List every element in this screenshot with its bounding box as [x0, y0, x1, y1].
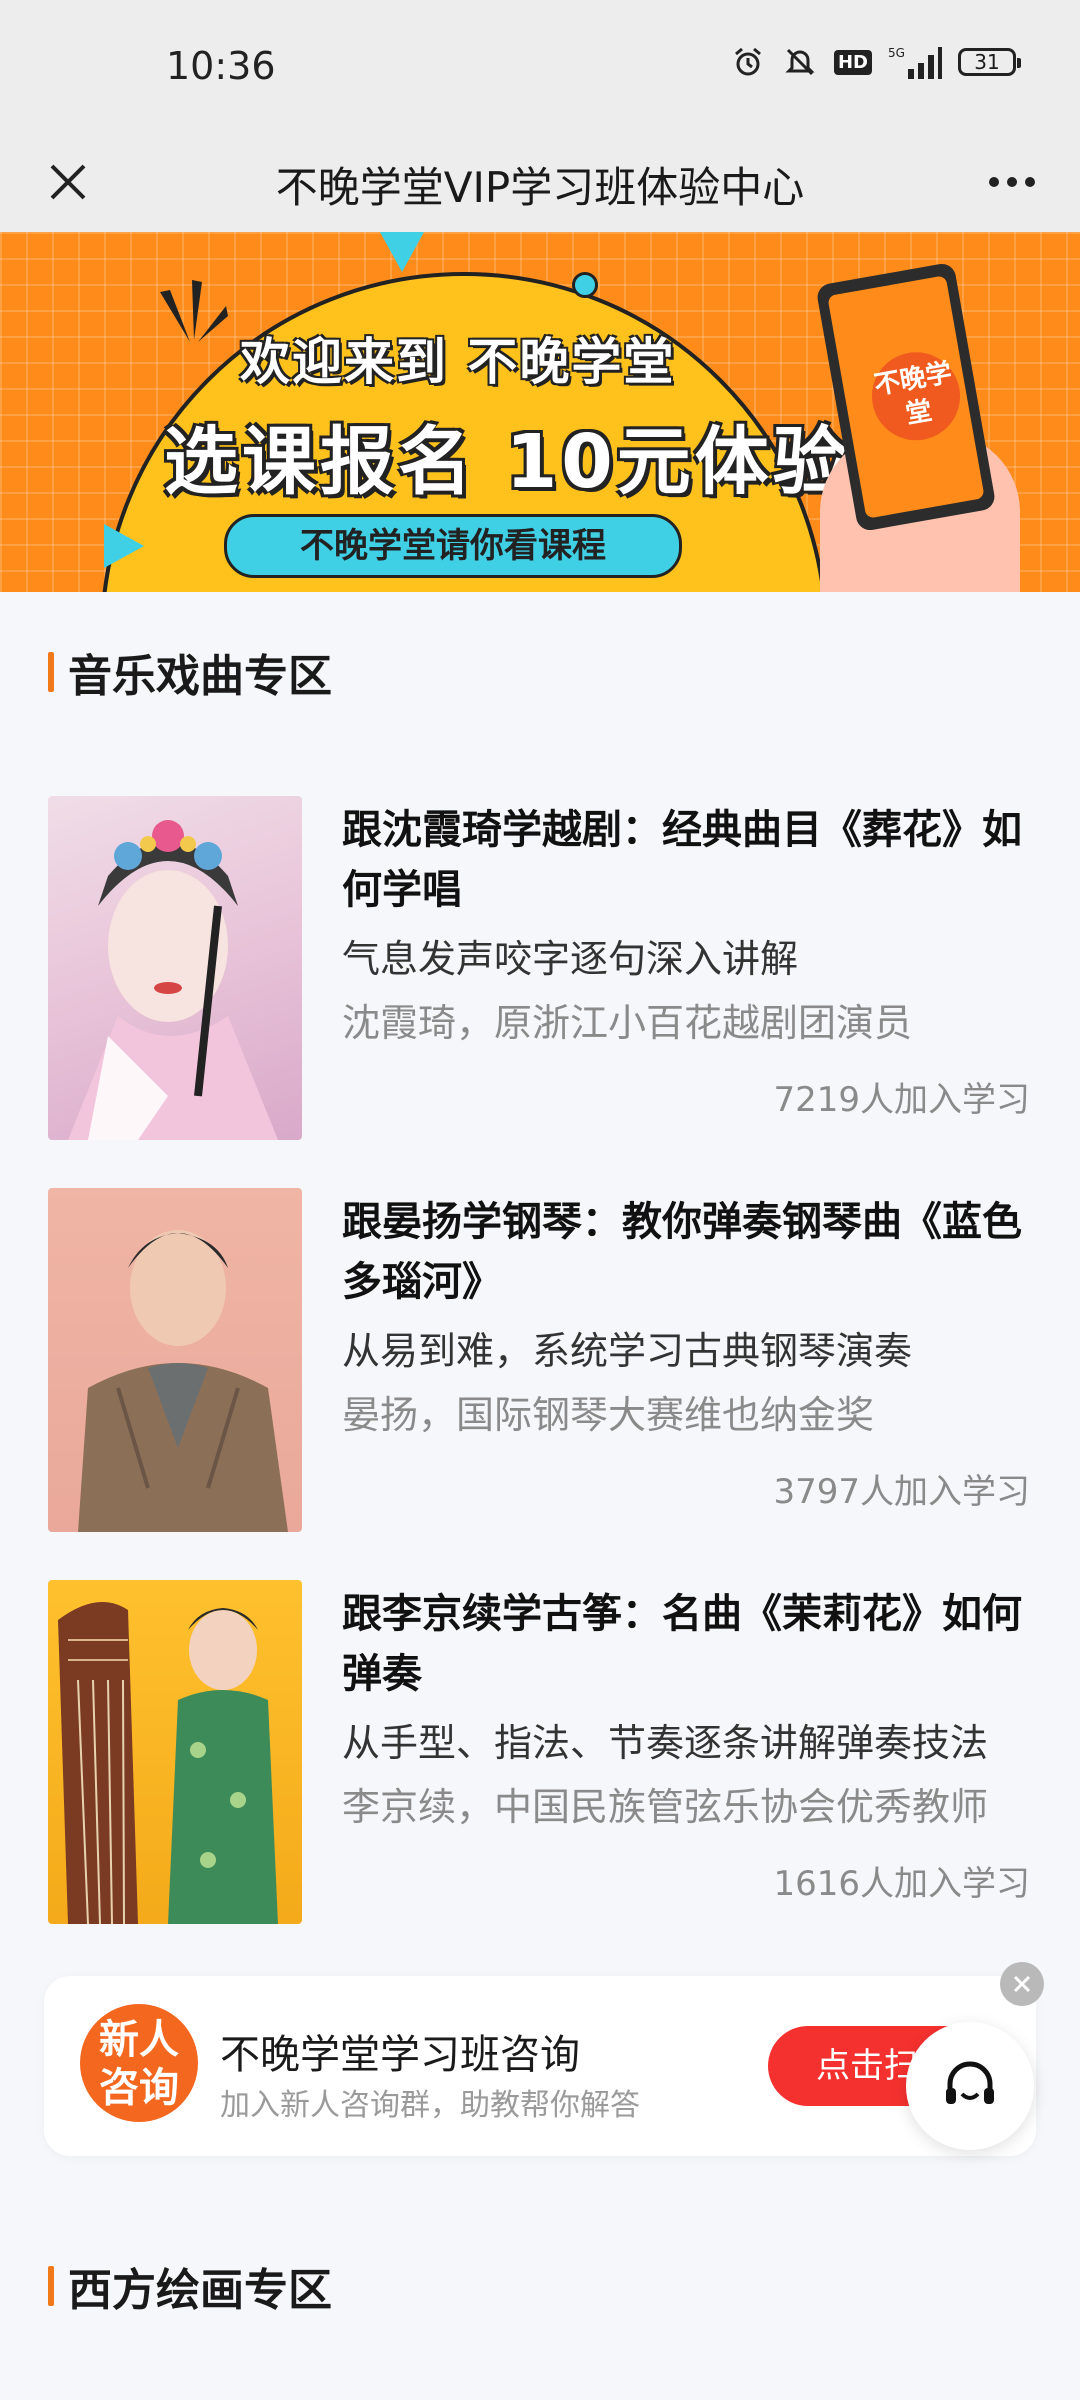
section-accent-bar [48, 652, 54, 692]
status-bar: 10:36 HD 5G 31 [0, 0, 1080, 130]
course-teacher: 晏扬，国际钢琴大赛维也纳金奖 [342, 1393, 875, 1437]
section-title: 音乐戏曲专区 [68, 651, 332, 702]
course-description: 从易到难，系统学习古典钢琴演奏 [342, 1329, 913, 1373]
course-thumbnail[interactable] [48, 796, 302, 1140]
course-title: 跟沈霞琦学越剧：经典曲目《葬花》如何学唱 [342, 807, 1022, 913]
more-options-button[interactable] [972, 142, 1052, 222]
banner-welcome-text: 欢迎来到 不晚学堂 [240, 333, 676, 391]
title-bar: 不晚学堂VIP学习班体验中心 [0, 130, 1080, 232]
burst-decoration-icon [160, 280, 228, 342]
course-card[interactable]: 跟晏扬学钢琴：教你弹奏钢琴曲《蓝色多瑙河》 从易到难，系统学习古典钢琴演奏 晏扬… [0, 1162, 1080, 1532]
course-teacher: 沈霞琦，原浙江小百花越剧团演员 [342, 1001, 913, 1045]
banner-pill: 不晚学堂请你看课程 [224, 514, 682, 578]
section-title: 西方绘画专区 [68, 2265, 332, 2316]
section-accent-bar [48, 2266, 54, 2306]
course-title: 跟晏扬学钢琴：教你弹奏钢琴曲《蓝色多瑙河》 [342, 1199, 1022, 1305]
banner-headline: 选课报名 10元体验 [164, 419, 851, 505]
customer-service-button[interactable] [906, 2022, 1034, 2150]
hd-badge: HD [833, 49, 872, 75]
signal-icon: 5G [888, 44, 942, 80]
section-heading-western-painting: 西方绘画专区 [48, 2254, 332, 2318]
course-teacher: 李京续，中国民族管弦乐协会优秀教师 [342, 1785, 989, 1829]
consult-card[interactable]: 新人咨询 不晚学堂学习班咨询 加入新人咨询群，助教帮你解答 点击扫 [44, 1976, 1036, 2156]
guzheng-player-photo [58, 1602, 278, 1924]
more-dot-icon [1007, 177, 1017, 187]
brand-logo: 不晚学堂 [865, 345, 967, 448]
status-icons: HD 5G 31 [730, 44, 1021, 80]
status-time: 10:36 [166, 44, 276, 88]
course-card[interactable]: 跟李京续学古筝：名曲《茉莉花》如何弹奏 从手型、指法、节奏逐条讲解弹奏技法 李京… [0, 1554, 1080, 1924]
battery-icon: 31 [958, 48, 1021, 76]
more-dot-icon [989, 177, 999, 187]
consult-subtitle: 加入新人咨询群，助教帮你解答 [220, 2088, 640, 2123]
opera-performer-photo [68, 820, 278, 1140]
banner-triangle-decoration [380, 232, 424, 272]
dismiss-consult-button[interactable] [1000, 1962, 1044, 2006]
promo-banner[interactable]: 欢迎来到 不晚学堂 选课报名 10元体验 不晚学堂请你看课程 不晚学堂 [0, 232, 1080, 592]
section-heading-music-opera: 音乐戏曲专区 [48, 640, 332, 704]
course-description: 气息发声咬字逐句深入讲解 [342, 937, 799, 981]
page-title: 不晚学堂VIP学习班体验中心 [275, 163, 805, 212]
course-description: 从手型、指法、节奏逐条讲解弹奏技法 [342, 1721, 989, 1765]
more-dot-icon [1025, 177, 1035, 187]
phone-screen: 不晚学堂 [827, 275, 985, 519]
learner-count: 7219人加入学习 [773, 1080, 1030, 1120]
banner-dot-decoration [572, 272, 598, 298]
learner-count: 1616人加入学习 [773, 1864, 1030, 1904]
pianist-photo [78, 1230, 288, 1532]
headset-icon [946, 2061, 994, 2104]
alarm-icon [730, 44, 766, 80]
close-icon [1013, 1975, 1031, 1993]
consult-badge: 新人咨询 [80, 2004, 198, 2122]
network-label: 5G [888, 46, 905, 60]
consult-title: 不晚学堂学习班咨询 [220, 2032, 580, 2078]
banner-triangle-decoration [104, 524, 144, 568]
learner-count: 3797人加入学习 [773, 1472, 1030, 1512]
course-card[interactable]: 跟沈霞琦学越剧：经典曲目《葬花》如何学唱 气息发声咬字逐句深入讲解 沈霞琦，原浙… [0, 770, 1080, 1140]
course-title: 跟李京续学古筝：名曲《茉莉花》如何弹奏 [342, 1591, 1022, 1697]
course-thumbnail[interactable] [48, 1188, 302, 1532]
course-thumbnail[interactable] [48, 1580, 302, 1924]
mute-bell-icon [782, 44, 818, 80]
